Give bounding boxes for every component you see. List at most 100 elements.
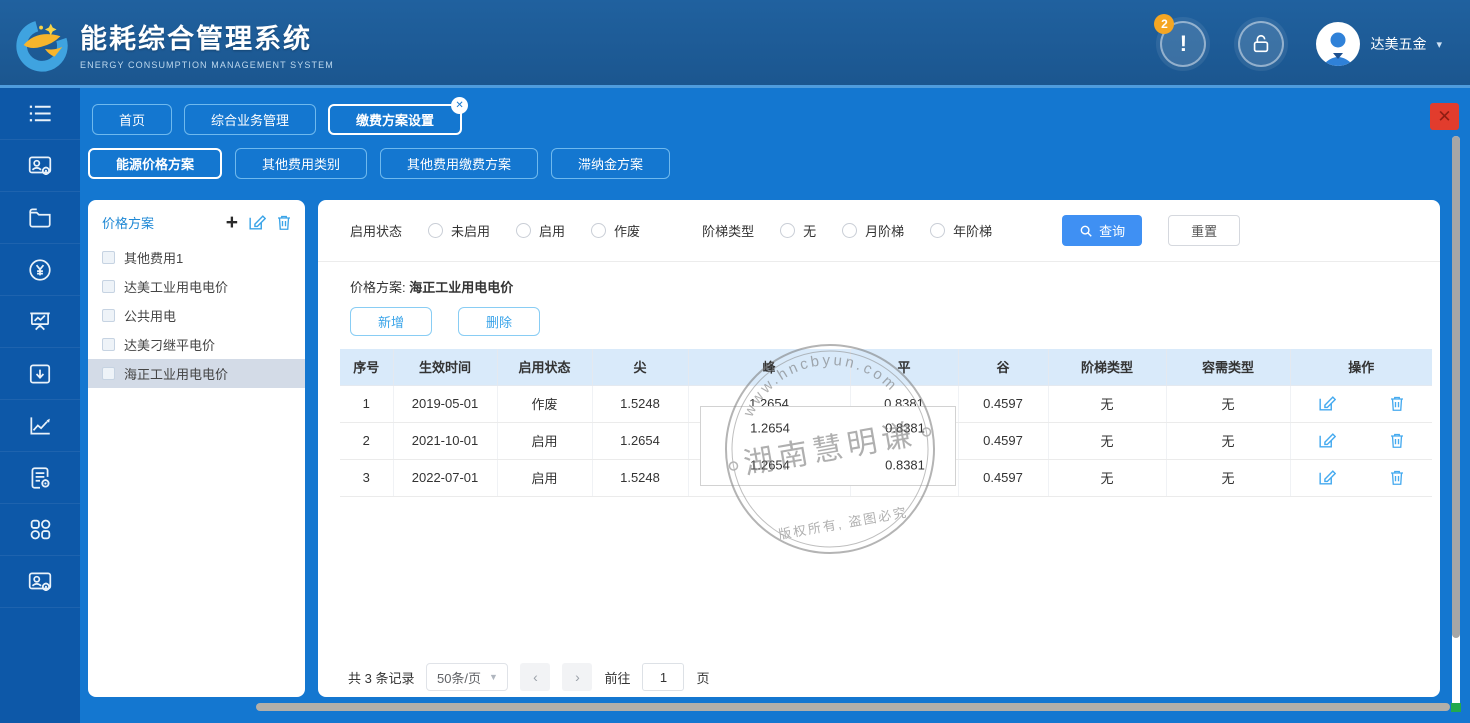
tab-late-fee-plan[interactable]: 滞纳金方案: [551, 148, 670, 179]
delete-row-icon[interactable]: [1388, 394, 1406, 413]
tab-close-icon[interactable]: ✕: [451, 97, 468, 114]
sidebar-item-user-settings-2[interactable]: [0, 556, 80, 608]
user-settings-icon: [27, 153, 53, 179]
caret-down-icon: ▼: [489, 672, 498, 682]
scheme-list-item[interactable]: 达美刁继平电价: [88, 330, 305, 359]
folder-icon: [27, 205, 53, 231]
goto-label: 前往: [604, 668, 630, 687]
enable-status-label: 启用状态: [350, 221, 402, 240]
checkbox[interactable]: [102, 338, 115, 351]
scheme-panel-title: 价格方案: [102, 213, 226, 232]
apps-grid-icon: [28, 517, 53, 542]
radio-voided[interactable]: 作废: [591, 221, 640, 240]
notification-button[interactable]: ! 2: [1160, 21, 1206, 67]
edit-row-icon[interactable]: [1317, 431, 1336, 450]
tab-energy-price-plan[interactable]: 能源价格方案: [88, 148, 222, 179]
prev-page-button[interactable]: ‹: [520, 663, 550, 691]
sidebar-item-menu[interactable]: [0, 88, 80, 140]
radio-icon: [516, 223, 531, 238]
lock-button[interactable]: [1238, 21, 1284, 67]
app-header: 能耗综合管理系统 ENERGY CONSUMPTION MANAGEMENT S…: [0, 0, 1470, 88]
lock-icon: [1250, 33, 1272, 55]
presentation-board-icon: [27, 309, 53, 335]
user-menu[interactable]: 达美五金 ▾: [1316, 22, 1442, 66]
vertical-scrollbar[interactable]: [1452, 136, 1460, 712]
sidebar-item-apps[interactable]: [0, 504, 80, 556]
avatar: [1316, 22, 1360, 66]
sidebar-item-import[interactable]: [0, 348, 80, 400]
current-scheme-value: 海正工业用电电价: [409, 280, 513, 295]
add-button[interactable]: 新增: [350, 307, 432, 336]
search-icon: [1079, 224, 1093, 238]
edit-scheme-icon[interactable]: [247, 213, 266, 232]
sidebar-item-folder[interactable]: [0, 192, 80, 244]
radio-icon: [842, 223, 857, 238]
tier-type-label: 阶梯类型: [702, 221, 754, 240]
sidebar-item-report-settings[interactable]: [0, 452, 80, 504]
sidebar-item-analytics[interactable]: [0, 400, 80, 452]
sidebar-item-monitor[interactable]: [0, 296, 80, 348]
scheme-list-item[interactable]: 公共用电: [88, 301, 305, 330]
tab-other-fee-payment-plan[interactable]: 其他费用缴费方案: [380, 148, 538, 179]
tab-business-management[interactable]: 综合业务管理: [184, 104, 316, 135]
scheme-list-item[interactable]: 达美工业用电电价: [88, 272, 305, 301]
app-subtitle: ENERGY CONSUMPTION MANAGEMENT SYSTEM: [80, 60, 334, 70]
folder-download-icon: [27, 361, 53, 387]
edit-row-icon[interactable]: [1317, 394, 1336, 413]
delete-row-icon[interactable]: [1388, 431, 1406, 450]
page-suffix: 页: [696, 668, 709, 687]
scheme-list-item-selected[interactable]: 海正工业用电电价: [88, 359, 305, 388]
chevron-down-icon: ▾: [1436, 38, 1442, 51]
app-logo-icon: [12, 12, 74, 74]
next-page-button[interactable]: ›: [562, 663, 592, 691]
delete-button[interactable]: 删除: [458, 307, 540, 336]
tab-other-fee-category[interactable]: 其他费用类别: [235, 148, 367, 179]
checkbox[interactable]: [102, 309, 115, 322]
watermark-backing-box: 1.2654 0.8381 1.2654 0.8381: [700, 406, 956, 486]
radio-tier-monthly[interactable]: 月阶梯: [842, 221, 904, 240]
vertical-scrollbar-thumb[interactable]: [1452, 136, 1460, 638]
record-count: 共 3 条记录: [348, 668, 414, 687]
scheme-list: 其他费用1 达美工业用电电价 公共用电 达美刁继平电价 海正工业用电电价: [88, 243, 305, 388]
app-window: 能耗综合管理系统 ENERGY CONSUMPTION MANAGEMENT S…: [0, 0, 1470, 723]
checkbox[interactable]: [102, 280, 115, 293]
page-number-input[interactable]: [642, 663, 684, 691]
tab-payment-plan-settings[interactable]: 缴费方案设置 ✕: [328, 104, 462, 135]
table-actions: 新增 删除: [318, 296, 1440, 336]
radio-tier-yearly[interactable]: 年阶梯: [930, 221, 992, 240]
checkbox[interactable]: [102, 367, 115, 380]
page-size-select[interactable]: 50条/页 ▼: [426, 663, 508, 691]
close-page-button[interactable]: ✕: [1430, 103, 1459, 130]
price-scheme-panel: 价格方案 + 其他费用1 达美工业用电: [88, 200, 305, 697]
line-chart-icon: [27, 413, 53, 439]
delete-row-icon[interactable]: [1388, 468, 1406, 487]
radio-icon: [428, 223, 443, 238]
add-scheme-icon[interactable]: +: [226, 215, 238, 231]
radio-icon: [780, 223, 795, 238]
tab-home[interactable]: 首页: [92, 104, 172, 135]
currency-yuan-icon: [27, 257, 53, 283]
menu-icon: [27, 100, 54, 127]
radio-enabled[interactable]: 启用: [516, 221, 565, 240]
checkbox[interactable]: [102, 251, 115, 264]
sidebar-item-user-settings[interactable]: [0, 140, 80, 192]
reset-button[interactable]: 重置: [1168, 215, 1240, 246]
secondary-tab-bar: 能源价格方案 其他费用类别 其他费用缴费方案 滞纳金方案: [88, 148, 670, 179]
app-title: 能耗综合管理系统: [80, 17, 334, 56]
delete-scheme-icon[interactable]: [275, 213, 293, 232]
alert-icon: !: [1180, 31, 1187, 57]
current-scheme-label: 价格方案:: [350, 280, 406, 295]
edit-row-icon[interactable]: [1317, 468, 1336, 487]
table-header-row: 序号 生效时间 启用状态 尖 峰 平 谷 阶梯类型 容需类型 操作: [340, 349, 1432, 385]
radio-icon: [930, 223, 945, 238]
sidebar-item-billing[interactable]: [0, 244, 80, 296]
sidebar: [0, 88, 80, 723]
scrollbar-corner: [1451, 703, 1461, 712]
radio-tier-none[interactable]: 无: [780, 221, 816, 240]
scheme-list-item[interactable]: 其他费用1: [88, 243, 305, 272]
horizontal-scrollbar[interactable]: [256, 703, 1450, 711]
pagination-bar: 共 3 条记录 50条/页 ▼ ‹ › 前往 页: [348, 663, 710, 691]
query-button[interactable]: 查询: [1062, 215, 1142, 246]
username: 达美五金: [1370, 34, 1426, 54]
radio-not-enabled[interactable]: 未启用: [428, 221, 490, 240]
